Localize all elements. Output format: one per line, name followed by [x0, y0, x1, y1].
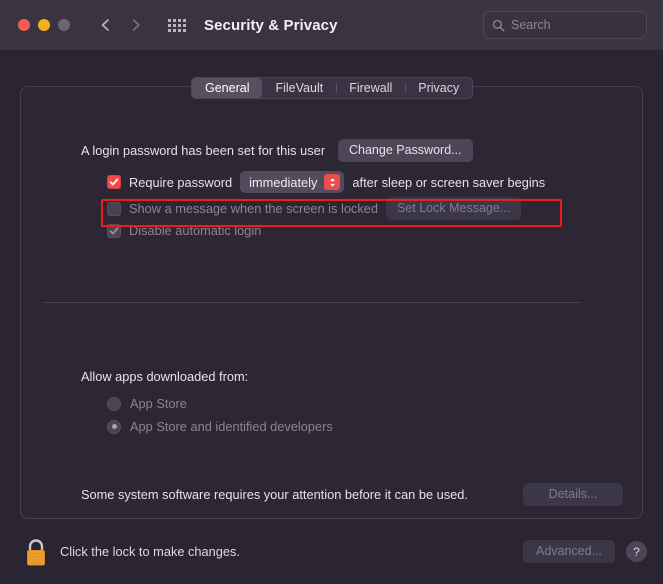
navigation-buttons: [92, 12, 148, 38]
minimize-window-button[interactable]: [38, 19, 50, 31]
checkmark-icon: [109, 227, 119, 234]
tab-filevault-label: FileVault: [275, 81, 324, 95]
show-all-grid-icon[interactable]: [166, 14, 188, 36]
tab-general-label: General: [205, 81, 250, 95]
gatekeeper-heading-row: Allow apps downloaded from:: [81, 369, 248, 384]
window-footer: Click the lock to make changes. Advanced…: [0, 519, 663, 584]
advanced-button[interactable]: Advanced...: [523, 540, 615, 563]
footer-actions: Advanced... ?: [523, 540, 647, 563]
require-password-label-after: after sleep or screen saver begins: [352, 174, 546, 190]
tab-privacy-label: Privacy: [418, 81, 460, 95]
gatekeeper-option-appstore[interactable]: App Store: [107, 396, 187, 411]
forward-button[interactable]: [122, 12, 148, 38]
checkmark-icon: [109, 178, 119, 186]
window-title: Security & Privacy: [204, 16, 338, 34]
lock-instruction-text: Click the lock to make changes.: [60, 544, 240, 559]
zoom-window-button[interactable]: [58, 19, 70, 31]
tab-firewall-label: Firewall: [349, 81, 393, 95]
security-privacy-window: Security & Privacy General FileVault Fir…: [0, 0, 663, 584]
gatekeeper-option-appstore-identified[interactable]: App Store and identified developers: [107, 419, 333, 434]
chevron-right-icon: [132, 19, 140, 31]
system-software-notice: Some system software requires your atten…: [81, 487, 468, 502]
require-password-row: Require password immediately after sleep…: [107, 171, 545, 193]
disable-auto-login-row: Disable automatic login: [107, 223, 261, 238]
system-software-notice-row: Some system software requires your atten…: [81, 483, 623, 506]
radio-app-store[interactable]: [107, 396, 121, 411]
disable-auto-login-checkbox[interactable]: [107, 223, 121, 238]
set-lock-message-button[interactable]: Set Lock Message...: [385, 197, 522, 220]
search-icon: [492, 19, 505, 31]
radio-app-store-label: App Store: [130, 396, 187, 411]
require-password-checkbox[interactable]: [107, 175, 121, 189]
details-button[interactable]: Details...: [523, 483, 623, 506]
tab-general[interactable]: General: [192, 78, 263, 98]
radio-app-store-identified-developers[interactable]: [107, 419, 121, 434]
preference-tabs: General FileVault Firewall Privacy: [191, 77, 474, 99]
login-password-row: A login password has been set for this u…: [81, 139, 473, 162]
help-button[interactable]: ?: [626, 541, 647, 562]
change-password-button[interactable]: Change Password...: [338, 139, 473, 162]
radio-app-store-identified-developers-label: App Store and identified developers: [130, 419, 333, 434]
back-button[interactable]: [92, 12, 118, 38]
search-field[interactable]: [483, 11, 647, 39]
preferences-content: General FileVault Firewall Privacy A log…: [0, 51, 663, 519]
require-password-label-before: Require password: [129, 174, 233, 190]
chevron-left-icon: [101, 19, 109, 31]
show-lock-message-checkbox[interactable]: [107, 201, 121, 216]
section-divider: [42, 302, 582, 303]
tab-firewall[interactable]: Firewall: [336, 78, 405, 98]
show-lock-message-row: Show a message when the screen is locked…: [107, 197, 522, 220]
radio-selected-dot: [111, 424, 117, 429]
window-titlebar: Security & Privacy: [0, 0, 663, 51]
tab-privacy[interactable]: Privacy: [405, 78, 472, 98]
gatekeeper-heading: Allow apps downloaded from:: [81, 369, 249, 384]
require-password-interval-select[interactable]: immediately: [240, 171, 345, 193]
login-password-status: A login password has been set for this u…: [81, 143, 325, 158]
require-password-interval-value: immediately: [249, 174, 318, 190]
stepper-arrows-icon: [324, 174, 341, 190]
close-window-button[interactable]: [18, 19, 30, 31]
traffic-light-group: [18, 19, 70, 31]
lock-closed-icon[interactable]: [23, 536, 49, 568]
search-input[interactable]: [511, 18, 638, 32]
show-lock-message-label: Show a message when the screen is locked: [129, 201, 378, 216]
disable-auto-login-label: Disable automatic login: [129, 223, 262, 238]
tab-filevault[interactable]: FileVault: [262, 78, 336, 98]
